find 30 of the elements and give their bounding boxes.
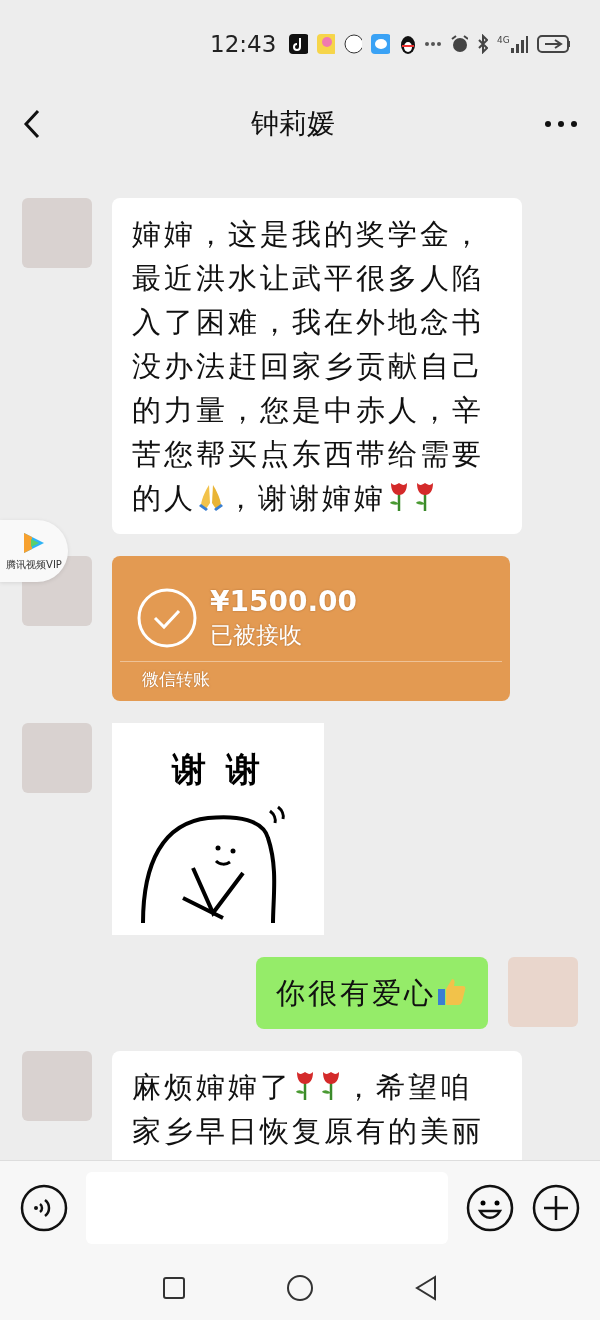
penguin-icon xyxy=(398,34,416,54)
message-bubble: 婶婶，这是我的奖学金，最近洪水让武平很多人陷入了困难，我在外地念书没办法赶回家乡贡献自己的力量，您是中赤人，辛苦您帮买点东西带给需要的人 ，谢谢婶婶 xyxy=(112,198,522,534)
chat-bubble-icon xyxy=(371,34,390,54)
app-icon xyxy=(343,34,363,54)
sticker-drawing[interactable]: 谢 谢 xyxy=(112,723,324,935)
more-icon[interactable] xyxy=(544,120,578,128)
battery-icon xyxy=(537,34,571,54)
plus-icon[interactable] xyxy=(532,1184,580,1232)
alarm-icon xyxy=(449,34,468,54)
message-bubble: 你很有爱心 xyxy=(256,957,488,1029)
chat-title: 钟莉媛 xyxy=(251,106,335,142)
back-icon[interactable] xyxy=(22,108,42,140)
more-notifications-icon xyxy=(424,41,441,47)
emoji-icon[interactable] xyxy=(466,1184,514,1232)
transfer-status: 已被接收 xyxy=(210,620,303,650)
floating-app-menu[interactable]: 腾讯视频VIP xyxy=(0,520,68,582)
status-time: 12:43 xyxy=(210,31,277,57)
network-type: 4G xyxy=(496,35,510,45)
transfer-footer: 微信转账 xyxy=(120,661,502,701)
app-icon xyxy=(289,34,308,54)
widget-label: 腾讯视频VIP xyxy=(6,557,62,572)
back-icon[interactable] xyxy=(414,1274,438,1301)
voice-icon[interactable] xyxy=(20,1184,68,1232)
flower-app-icon xyxy=(316,34,335,54)
bluetooth-icon xyxy=(476,34,488,54)
transfer-amount: ¥1500.00 xyxy=(210,584,357,618)
home-icon[interactable] xyxy=(286,1273,314,1302)
check-circle-icon xyxy=(136,586,198,649)
message-bubble: 麻烦婶婶了 ，希望咱家乡早日恢复原有的美丽 xyxy=(112,1051,522,1160)
recents-icon[interactable] xyxy=(162,1275,186,1300)
